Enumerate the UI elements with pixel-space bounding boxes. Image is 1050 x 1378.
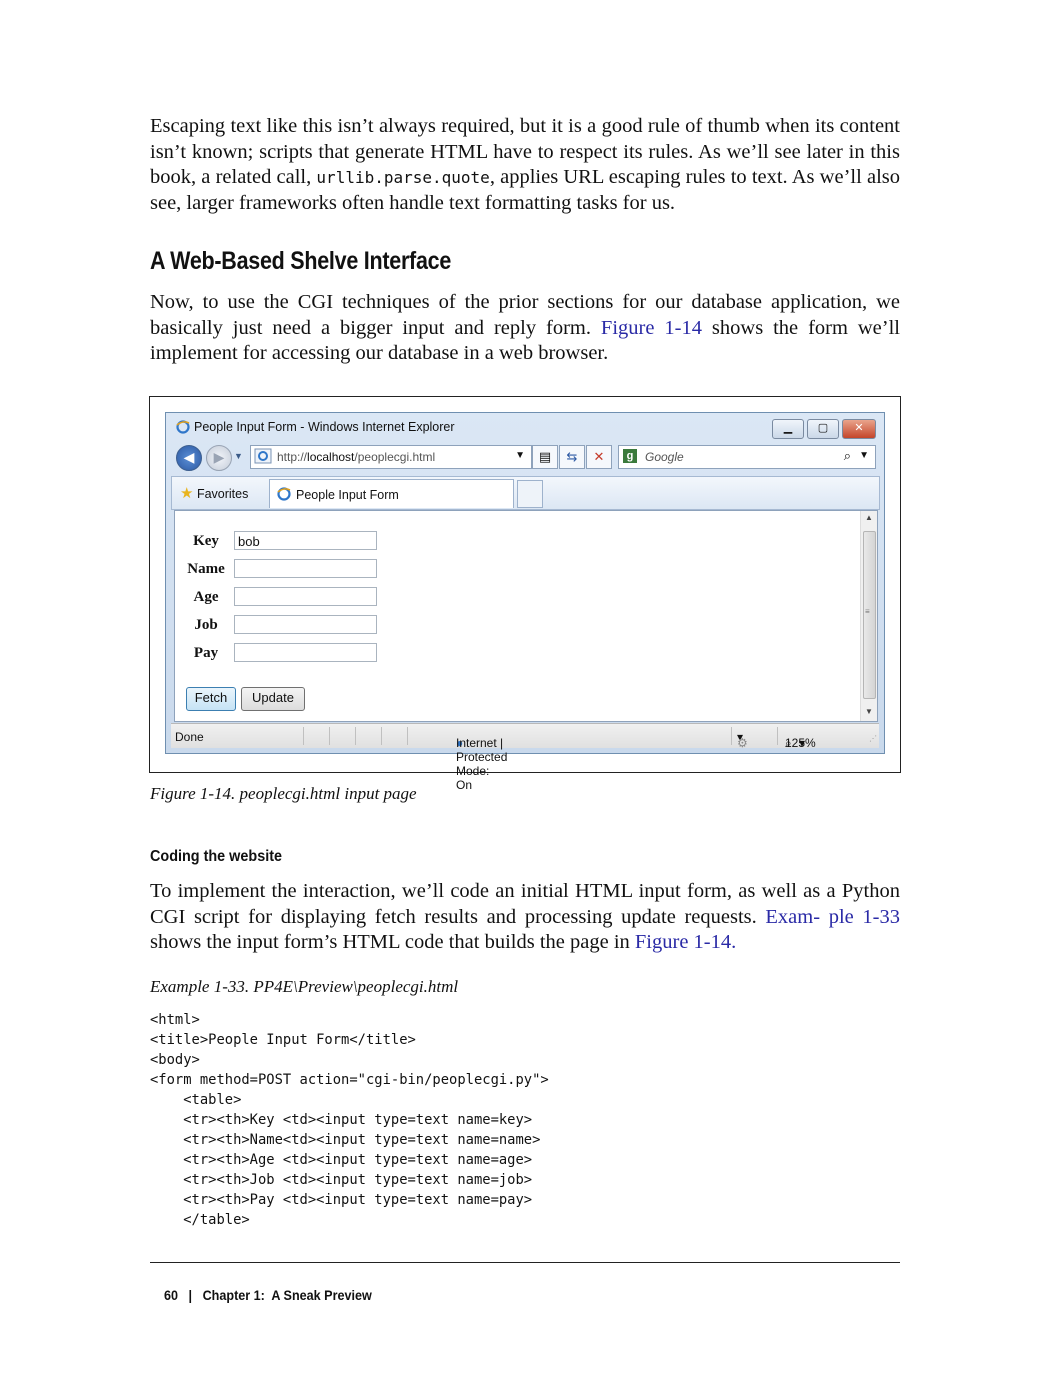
tab-ie-icon xyxy=(277,487,291,501)
favorites-star-icon: ★ xyxy=(180,485,194,502)
close-button[interactable]: ✕ xyxy=(842,419,876,439)
field-label-pay: Pay xyxy=(193,645,219,661)
section-paragraph: Now, to use the CGI techniques of the pr… xyxy=(150,290,900,367)
window-controls: ▁ ▢ ✕ xyxy=(769,419,876,439)
new-tab-button[interactable] xyxy=(517,480,543,508)
search-icon[interactable]: ⌕ xyxy=(844,448,851,464)
footer-rule xyxy=(150,1262,900,1263)
figure-link[interactable]: Figure 1-14 xyxy=(601,317,702,339)
intro-code-term: urllib.parse.quote xyxy=(316,168,490,187)
addons-button[interactable]: ⚙ ▾ xyxy=(737,730,748,750)
maximize-button[interactable]: ▢ xyxy=(807,419,839,439)
favorites-label: Favorites xyxy=(196,487,249,501)
example-link-part-a[interactable]: Exam- xyxy=(765,906,820,928)
website-text-2: shows the input form’s HTML code that bu… xyxy=(150,931,635,953)
example-caption-block: Example 1-33. PP4E\Preview\peoplecgi.htm… xyxy=(150,974,900,1000)
refresh-button[interactable]: ⇆ xyxy=(559,445,585,469)
figure-link-2[interactable]: Figure 1-14 xyxy=(635,931,731,953)
browser-window: People Input Form - Windows Internet Exp… xyxy=(165,412,885,792)
scroll-up-icon[interactable]: ▲ xyxy=(865,513,873,522)
minimize-button[interactable]: ▁ xyxy=(772,419,804,439)
subheading-block: Coding the website xyxy=(150,848,900,866)
stop-icon: ✕ xyxy=(593,449,605,464)
intro-paragraph: Escaping text like this isn’t always req… xyxy=(150,114,900,216)
page-content: Key bob Name Age Job Pay Fetch Update ▲ … xyxy=(174,510,878,722)
history-dropdown-icon[interactable]: ▼ xyxy=(234,451,243,461)
example-link-part-b[interactable]: ple 1-33 xyxy=(829,906,900,928)
search-placeholder: Google xyxy=(645,450,684,464)
age-input[interactable] xyxy=(234,587,377,606)
footer-separator: | xyxy=(188,1287,193,1303)
field-label-age: Age xyxy=(193,589,219,605)
window-title: People Input Form - Windows Internet Exp… xyxy=(194,420,455,434)
website-text-end: . xyxy=(731,931,737,953)
favorites-bar: ★ Favorites People Input Form xyxy=(171,476,880,510)
figure-caption-block: Figure 1-14. peoplecgi.html input page xyxy=(150,781,900,807)
vertical-scrollbar[interactable]: ▲ ≡ ▼ xyxy=(860,511,877,721)
tools-icon: ⚙ xyxy=(737,736,748,750)
address-dropdown-icon[interactable]: ▼ xyxy=(515,450,525,461)
field-label-key: Key xyxy=(193,533,219,549)
address-url: http://localhost/peoplecgi.html xyxy=(277,450,436,464)
status-bar: Done ● Internet | Protected Mode: On ⚙ ▾… xyxy=(171,723,879,792)
resize-grip-icon[interactable]: ⋰ xyxy=(869,734,877,743)
job-input[interactable] xyxy=(234,615,377,634)
back-arrow-icon: ◀ xyxy=(183,449,195,465)
compatibility-view-button[interactable]: ▤ xyxy=(532,445,558,469)
update-button[interactable]: Update xyxy=(241,687,305,711)
forward-arrow-icon: ▶ xyxy=(213,449,225,465)
refresh-icon: ⇆ xyxy=(566,449,578,464)
page-footer: 60 | Chapter 1: A Sneak Preview xyxy=(150,1271,900,1319)
name-input[interactable] xyxy=(234,559,377,578)
address-bar[interactable]: http://localhost/peoplecgi.html ▼ xyxy=(250,445,532,469)
google-logo-icon: g xyxy=(623,449,637,463)
figure-caption: Figure 1-14. peoplecgi.html input page xyxy=(150,784,417,803)
ie-logo-icon xyxy=(176,420,190,434)
title-bar: People Input Form - Windows Internet Exp… xyxy=(166,413,884,441)
status-text: Done xyxy=(175,730,204,744)
favorites-button[interactable]: ★ Favorites xyxy=(180,484,248,502)
compatibility-icon: ▤ xyxy=(538,449,552,464)
forward-button[interactable]: ▶ xyxy=(206,445,232,471)
field-label-name: Name xyxy=(187,561,225,577)
example-caption: Example 1-33. PP4E\Preview\peoplecgi.htm… xyxy=(150,977,459,996)
page-number: 60 xyxy=(164,1287,179,1303)
tab-label: People Input Form xyxy=(296,488,399,502)
subheading: Coding the website xyxy=(150,848,283,865)
fetch-button[interactable]: Fetch xyxy=(186,687,236,711)
section-heading: A Web-Based Shelve Interface xyxy=(150,247,452,275)
stop-button[interactable]: ✕ xyxy=(586,445,612,469)
figure-frame: People Input Form - Windows Internet Exp… xyxy=(149,396,901,792)
field-label-job: Job xyxy=(194,617,218,633)
chapter-title: Chapter 1: A Sneak Preview xyxy=(202,1287,372,1303)
scroll-down-icon[interactable]: ▼ xyxy=(865,707,873,716)
section-heading-block: A Web-Based Shelve Interface xyxy=(150,247,900,276)
code-listing: <html> <title>People Input Form</title> … xyxy=(150,1012,549,1228)
website-paragraph: To implement the interaction, we’ll code… xyxy=(150,879,900,956)
key-input[interactable]: bob xyxy=(234,531,377,550)
navigation-bar: ◀ ▶ ▼ http://localhost/peoplecgi.html ▼ … xyxy=(166,442,884,472)
back-button[interactable]: ◀ xyxy=(176,445,202,471)
pay-input[interactable] xyxy=(234,643,377,662)
search-dropdown-icon[interactable]: ▼ xyxy=(859,450,869,461)
code-block: <html> <title>People Input Form</title> … xyxy=(150,1010,900,1230)
search-box[interactable]: g Google ⌕ ▼ xyxy=(618,445,876,469)
scroll-grip-icon: ≡ xyxy=(865,607,870,616)
tab-people-input-form[interactable]: People Input Form xyxy=(269,479,514,508)
page-icon xyxy=(254,448,272,464)
